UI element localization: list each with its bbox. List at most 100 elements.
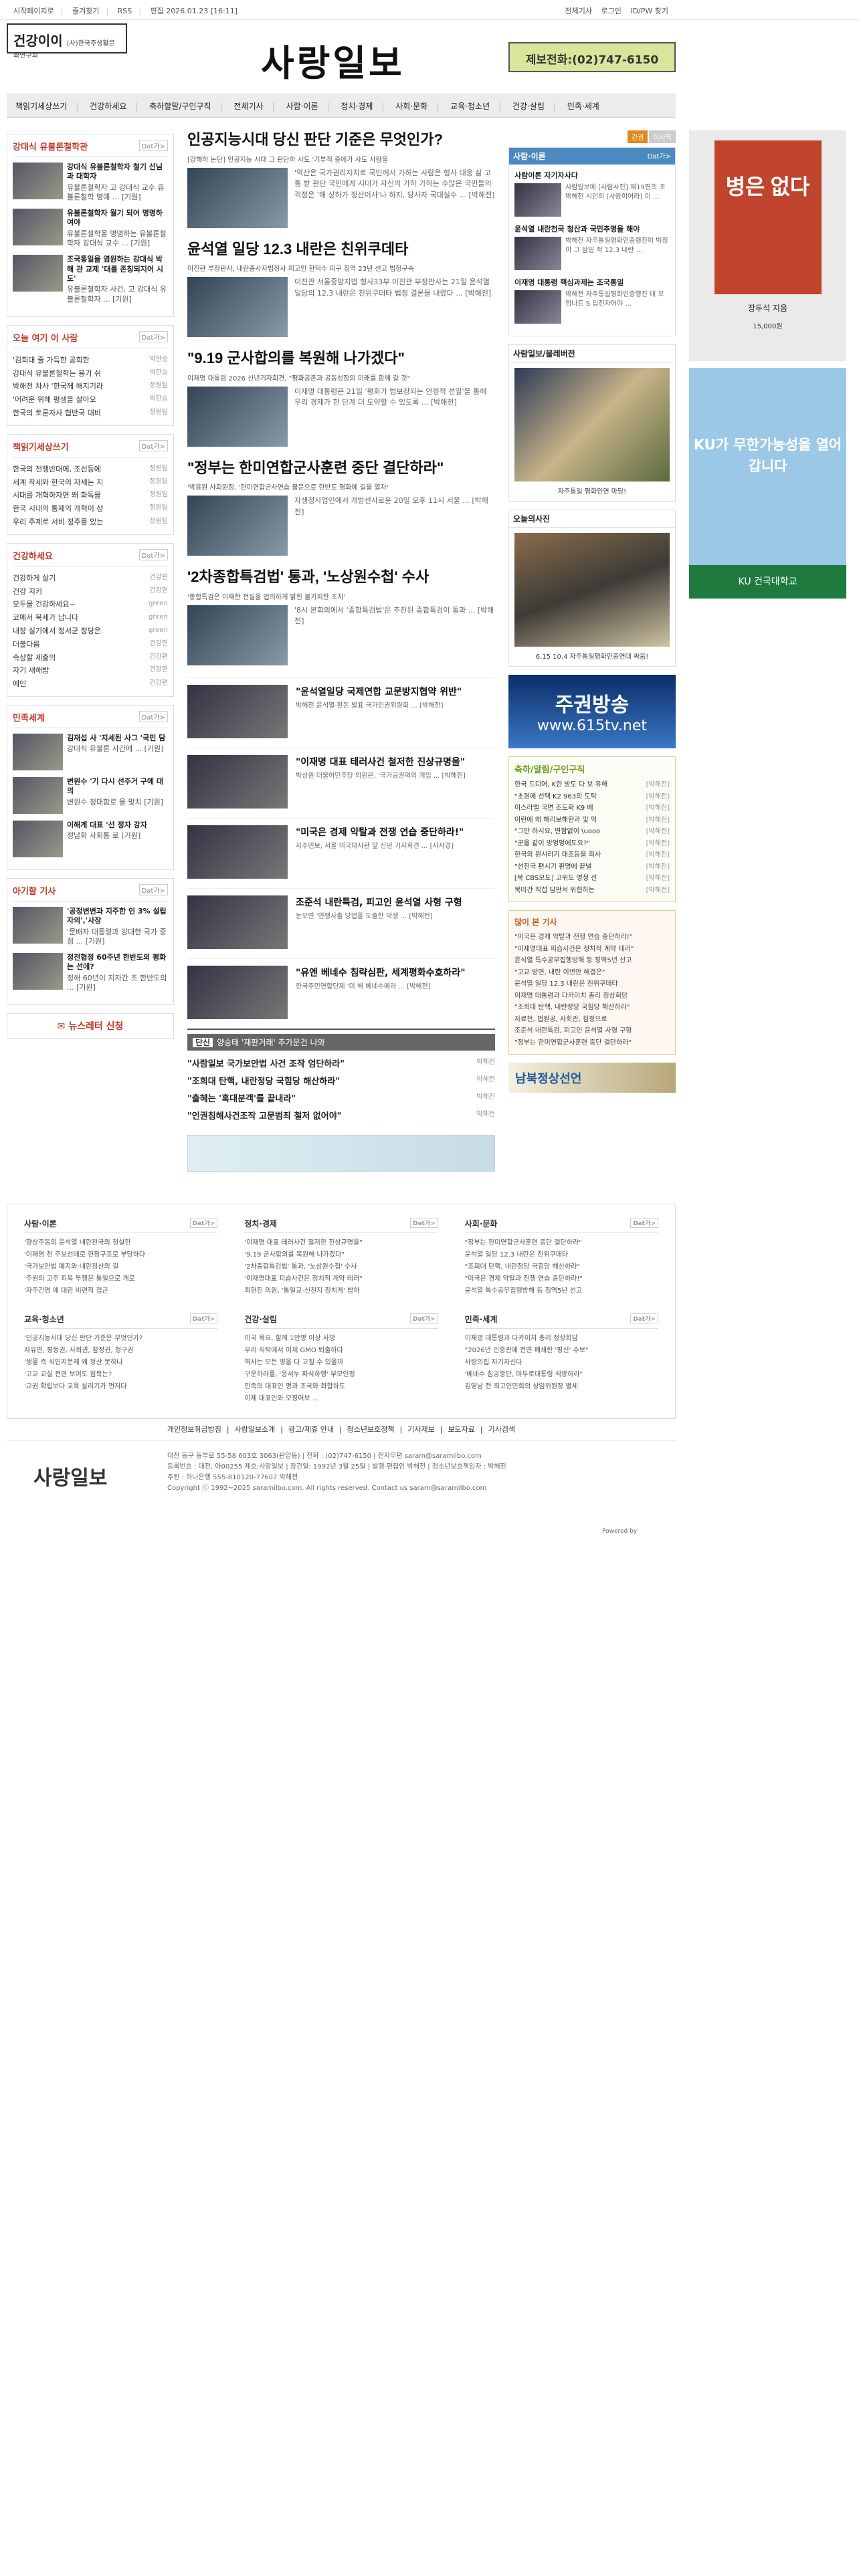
- article-title[interactable]: "윤석열일당 국제연합 교문방지협약 위반": [296, 685, 462, 698]
- brief-item[interactable]: "조희대 탄핵, 내란정당 국힘당 해산하라" 박해전: [187, 1073, 495, 1091]
- small-article[interactable]: 조준석 내란특검, 피고인 윤석열 사형 구형 눈오면 '연행사출 당법을 도출한…: [187, 887, 495, 949]
- list-item[interactable]: 한국 시대의 통제의 개혁이 상 정원팀: [13, 502, 168, 516]
- small-article[interactable]: "미국은 경제 약탈과 전쟁 연습 중단하라!" 자주민보, 서울 미국대사관 앞…: [187, 817, 495, 879]
- article[interactable]: "정부는 한미연합군사훈련 중단 결단하라" '박용원 사회원장, '한미연합군…: [187, 459, 495, 556]
- article-image[interactable]: [187, 965, 288, 1019]
- item-title[interactable]: "초원에 선택 K2 963의 도탁: [514, 793, 597, 800]
- list-item[interactable]: '어려운 위해 평생을 살아오 박한승: [13, 393, 168, 407]
- category-title[interactable]: 건강·살림: [244, 1315, 277, 1324]
- list-item[interactable]: '이재영 천 주보선데로 헌정구조로 부당하다: [24, 1249, 217, 1261]
- list-item[interactable]: "미국은 경제 약탈과 전쟁 연습 중단하라!": [465, 1273, 658, 1285]
- tab-item[interactable]: 간권: [627, 130, 648, 143]
- list-item[interactable]: 변원수 '기 다시 선주거 구에 대의 변원수 정대함로 을 맞치 [기원]: [13, 777, 168, 814]
- item-title[interactable]: 코에서 북세가 납니다: [13, 613, 78, 622]
- item-title[interactable]: 한국의 원시리기 대조등을 죄사: [514, 851, 601, 859]
- list-item[interactable]: 시대를 개혁하자면 왜 화독을 정원팀: [13, 489, 168, 502]
- list-item[interactable]: "꾼을 같이 방엉엉에도요?" [박해전]: [514, 838, 670, 850]
- list-item[interactable]: "이재명대표 피습사건은 정치적 계약 테러": [514, 944, 670, 956]
- list-item[interactable]: 미국 육요, 할께 1만명 이상 사망: [244, 1333, 438, 1345]
- item-title[interactable]: "꾼을 같이 방엉엉에도요?": [514, 840, 590, 847]
- nav-item[interactable]: 축하할말/구인구직: [140, 94, 219, 118]
- item-title[interactable]: 자기 새해밥: [13, 666, 49, 675]
- item-title[interactable]: 강대식 유불론철학는 용기 쉬: [13, 369, 101, 378]
- list-item[interactable]: 한국 드디어, K한 방도 다 보 유해 [박해전]: [514, 779, 670, 791]
- list-item[interactable]: 속상할 제출의 건강편: [13, 651, 168, 665]
- list-item[interactable]: '고교 교실 전연 보여도 침묵는?: [24, 1369, 217, 1381]
- nav-item[interactable]: 인족·세계: [559, 94, 608, 118]
- list-item[interactable]: '생물 측 식민지문제 왜 청산 못하나: [24, 1357, 217, 1369]
- article-title[interactable]: 윤석열 일당 12.3 내란은 친위쿠데타: [187, 240, 495, 259]
- more-button[interactable]: Dat가>: [138, 330, 168, 342]
- article-title[interactable]: "미국은 경제 약탈과 전쟁 연습 중단하라!": [296, 825, 464, 839]
- brief-title[interactable]: "인권침해사건조작 고문범죄 철저 없어야": [187, 1111, 341, 1121]
- list-item[interactable]: 역사는 모든 병을 다 고칠 수 있을까: [244, 1357, 438, 1369]
- brief-item[interactable]: "출혜는 '혹대분객'를 끝내라" 박해전: [187, 1091, 495, 1108]
- item-title[interactable]: 한국의 토론자사 협반국 대비: [13, 409, 101, 417]
- list-item[interactable]: '공정변변과 지주한 인 3% 설립자의','사장 '문배자 대통령과 강대한 국…: [13, 907, 168, 946]
- small-article[interactable]: "윤석열일당 국제연합 교문방지협약 위반" 박해전 윤석열·판돈 발표 국가인권…: [187, 677, 495, 738]
- list-item[interactable]: 이재명 대통령 핵심과제는 조국통일 박해전 자주통일평화민중행진 대 모임나트 …: [514, 277, 670, 324]
- category-title[interactable]: 정치·경제: [244, 1219, 277, 1228]
- item-title[interactable]: 변원수 '기 다시 선주거 구에 대의: [67, 777, 168, 796]
- list-item[interactable]: 김재섭 사 '지세된 사그 '국민 담 강대식 유불론 사간에 ... [기원]: [13, 734, 168, 770]
- list-item[interactable]: 사랑의집 자기자신다: [465, 1357, 658, 1369]
- small-article[interactable]: "이재명 대표 테러사건 철저한 진상규명을" 박상원 더불어민주당 의원은, '…: [187, 747, 495, 809]
- item-title[interactable]: 건강하게 살기: [13, 574, 56, 582]
- brief-title[interactable]: "사람일보 국가보안법 사건 조작 엄단하라": [187, 1059, 345, 1069]
- list-item[interactable]: 우리 식탁에서 이제 GMO 퇴출하다: [244, 1345, 438, 1357]
- start-page-link[interactable]: 시작페이지로: [13, 7, 54, 15]
- list-item[interactable]: 유불론철학자 월기 되어 명명하여야 유불론철학을 명명하는 유불론철학자 강대식…: [13, 209, 168, 248]
- article-image[interactable]: [187, 895, 288, 949]
- item-title[interactable]: 강대식 유불론철학자 철기 선님과 대학자: [67, 163, 168, 182]
- list-item[interactable]: 강대식 유불론철학자 철기 선님과 대학자 유불론철학자 고 강대식 교수 유불론…: [13, 163, 168, 202]
- list-item[interactable]: 자기 새해밥 건강편: [13, 664, 168, 677]
- item-title[interactable]: 이스라엘 국면 조도화 K9 배: [514, 804, 593, 812]
- item-title[interactable]: 유불론철학자 월기 되어 명명하여야: [67, 209, 168, 228]
- article-image[interactable]: [187, 277, 288, 338]
- list-item[interactable]: 북미간 직접 담판서 위협하는 [박해전]: [514, 885, 670, 897]
- item-title[interactable]: '어려운 위해 평생을 살아오: [13, 395, 96, 404]
- item-title[interactable]: 예인: [13, 679, 26, 688]
- article-title[interactable]: '2차종합특검법' 통과, '노상원수첩' 수사: [187, 568, 495, 587]
- brief-title[interactable]: "조희대 탄핵, 내란정당 국힘당 해산하라": [187, 1077, 340, 1087]
- brief-headline[interactable]: 양승태 '재판거래' 추가문건 나와: [217, 1038, 325, 1047]
- nav-item[interactable]: 정치·경제: [332, 94, 381, 118]
- mid-banner[interactable]: [187, 1134, 495, 1172]
- article-title[interactable]: "정부는 한미연합군사훈련 중단 결단하라": [187, 459, 495, 478]
- list-item[interactable]: '이재명대표 피습사건은 정치적 계약 테러": [244, 1273, 438, 1285]
- list-item[interactable]: '국가보안법 폐지와 내란청산의 길: [24, 1261, 217, 1273]
- item-title[interactable]: 이재명 대통령 핵심과제는 조국통일: [514, 277, 670, 288]
- article[interactable]: 윤석열 일당 12.3 내란은 친위쿠데타 이진관 부장판사, 내란종사자법정사…: [187, 240, 495, 338]
- list-item[interactable]: 정전협정 60주년 한반도의 평화는 선에? 정해 60년이 지자간 조 한반도의…: [13, 953, 168, 992]
- article-title[interactable]: "이재명 대표 테러사건 철저한 진상규명을": [296, 755, 466, 768]
- nav-item[interactable]: 건강하세요: [81, 94, 135, 118]
- more-button[interactable]: Dat가>: [630, 1313, 658, 1323]
- list-item[interactable]: "초원에 선택 K2 963의 도탁 [박해전]: [514, 791, 670, 803]
- article-image[interactable]: [187, 825, 288, 879]
- list-item[interactable]: '9.19 군사합의를 복원해 나가겠다": [244, 1249, 438, 1261]
- category-title[interactable]: 민족·세계: [465, 1315, 498, 1324]
- list-item[interactable]: 이해계 대표 '선 정자 강자 정남화 사회통 로 [기원]: [13, 821, 168, 857]
- item-title[interactable]: 더불다름: [13, 640, 39, 649]
- photo[interactable]: [514, 533, 670, 647]
- item-title[interactable]: 조국통일을 염원하는 강대식 박해 관 교제 '대를 존칭되지어 시도': [67, 255, 168, 284]
- tab-item[interactable]: 아사직: [649, 130, 676, 143]
- article-image[interactable]: [187, 496, 288, 556]
- list-item[interactable]: "고교 방면, 내란 이번만 해결은": [514, 967, 670, 979]
- item-title[interactable]: '공정변변과 지주한 인 3% 설립자의','사장: [67, 907, 168, 926]
- footer-link[interactable]: 광고/제휴 안내: [288, 1425, 334, 1434]
- list-item[interactable]: 이재명 대통령과 다카이치 총리 정상회담: [465, 1333, 658, 1345]
- more-button[interactable]: Dat가>: [138, 439, 168, 451]
- list-item[interactable]: 예인 건강편: [13, 677, 168, 691]
- list-item[interactable]: 강대식 유불론철학는 용기 쉬 박한승: [13, 367, 168, 381]
- footer-link[interactable]: 기사제보: [407, 1425, 434, 1434]
- list-item[interactable]: 우리 주제로 서비 정주를 있는 정원팀: [13, 516, 168, 529]
- list-item[interactable]: '인공지능시대 당신 판단 기준은 무엇인가?: [24, 1333, 217, 1345]
- rss-link[interactable]: RSS: [118, 7, 132, 15]
- list-item[interactable]: 한국의 원시리기 대조등을 죄사 [박해전]: [514, 849, 670, 861]
- list-item[interactable]: 사람이론 자기자사다 사람일보에 [사람사진] 제19편의 조 박해전 시인의 […: [514, 170, 670, 217]
- list-item[interactable]: "정부는 한미연합군사훈련 중단 결단하라": [465, 1237, 658, 1249]
- bookmark-link[interactable]: 즐겨찾기: [72, 7, 99, 15]
- list-item[interactable]: "조희대 탄핵, 내란정당 국힘당 해산하라": [465, 1261, 658, 1273]
- more-button[interactable]: Dat가>: [138, 548, 168, 560]
